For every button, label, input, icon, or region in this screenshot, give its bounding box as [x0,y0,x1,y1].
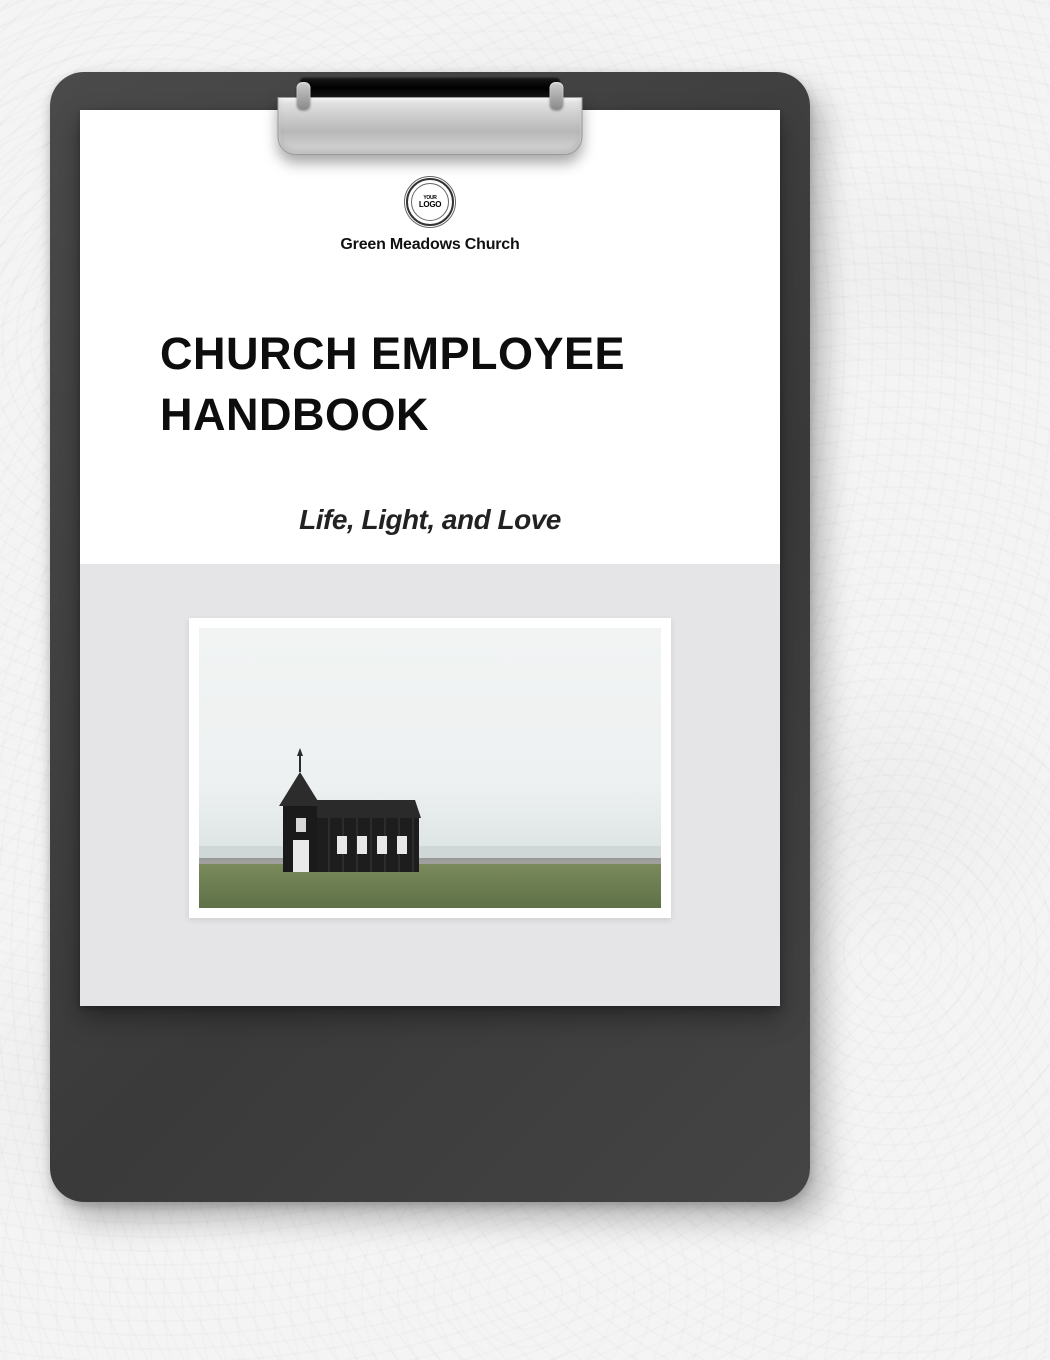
title-line-2: HANDBOOK [160,389,429,440]
photo-frame [189,618,671,918]
title-line-1: CHURCH EMPLOYEE [160,328,625,379]
organization-name: Green Meadows Church [80,236,780,254]
clipboard: YOUR LOGO Green Meadows Church CHURCH EM… [50,72,810,1202]
document-page: YOUR LOGO Green Meadows Church CHURCH EM… [80,110,780,1006]
church-illustration-icon [199,628,661,908]
logo-placeholder-icon: YOUR LOGO [406,178,454,226]
cover-photo [199,628,661,908]
logo-text: YOUR LOGO [419,196,441,209]
document-title: CHURCH EMPLOYEE HANDBOOK [80,324,780,446]
clip-plate [278,97,583,155]
logo-container: YOUR LOGO [80,178,780,226]
tagline: Life, Light, and Love [80,504,780,536]
clipboard-clip [270,77,590,167]
page-lower-section [80,564,780,1006]
page-upper-section: YOUR LOGO Green Meadows Church CHURCH EM… [80,110,780,564]
logo-main-text: LOGO [419,200,441,209]
